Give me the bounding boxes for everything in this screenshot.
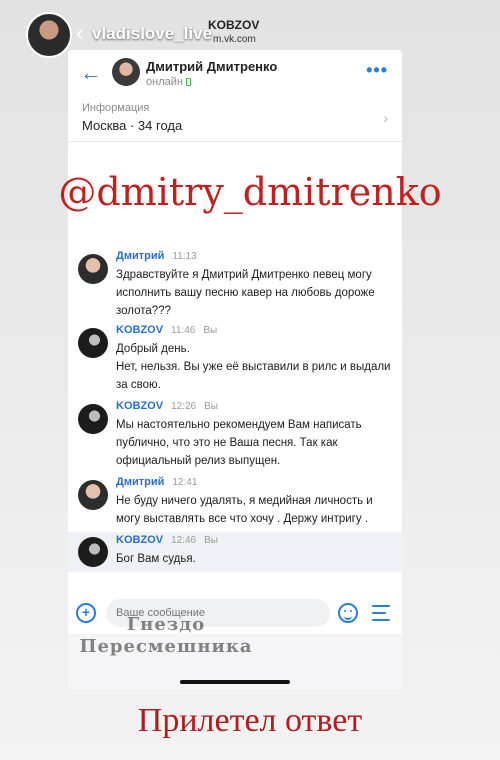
emoji-icon[interactable]	[338, 603, 358, 623]
message-item[interactable]: Дмитрий 11:13 Здравствуйте я Дмитрий Дмит…	[68, 248, 402, 317]
info-value: Москва · 34 года	[82, 118, 183, 133]
message-author[interactable]: KOBZOV	[116, 324, 163, 336]
message-item[interactable]: KOBZOV 12:26 Вы Мы настоятельно рекомендуе…	[68, 398, 402, 467]
message-author[interactable]: Дмитрий	[116, 250, 164, 262]
message-header: Дмитрий 12:41	[116, 476, 197, 488]
message-text: Добрый день. Нет, нельзя. Вы уже её выст…	[116, 343, 391, 391]
back-arrow-icon[interactable]: ←	[80, 60, 102, 86]
message-time: 11:46	[171, 325, 196, 336]
message-author[interactable]: KOBZOV	[116, 534, 163, 546]
message-text: Мы настоятельно рекомендуем Вам написать…	[116, 419, 362, 467]
watermark-line-2: Пересмешника	[79, 636, 253, 657]
story-caption: Прилетел ответ	[137, 702, 363, 739]
more-options-icon[interactable]: •••	[366, 60, 388, 81]
story-username[interactable]: vladislove_live	[92, 24, 212, 44]
status-text: онлайн	[146, 76, 183, 88]
chat-header: ← Дмитрий Дмитренко онлайн •••	[68, 50, 402, 96]
story-avatar[interactable]	[26, 12, 72, 58]
info-title: Информация	[82, 102, 150, 114]
message-item-selected[interactable]: KOBZOV 12:46 Вы Бог Вам судья.	[68, 532, 402, 572]
message-text: Не буду ничего удалять, я медийная лично…	[116, 495, 373, 525]
message-item[interactable]: Дмитрий 12:41 Не буду ничего удалять, я м…	[68, 474, 402, 530]
contact-avatar[interactable]	[112, 58, 140, 86]
home-indicator[interactable]	[180, 680, 290, 684]
message-header: KOBZOV 12:46 Вы	[116, 534, 218, 546]
contact-name[interactable]: Дмитрий Дмитренко	[146, 59, 277, 74]
contact-status: онлайн	[146, 76, 191, 88]
message-sender-you: Вы	[203, 325, 218, 336]
message-text: Здравствуйте я Дмитрий Дмитренко певец м…	[116, 269, 375, 317]
browser-url: m.vk.com	[213, 34, 256, 45]
message-time: 11:13	[172, 251, 197, 262]
message-time: 12:46	[171, 535, 197, 546]
mobile-online-icon	[185, 78, 191, 86]
message-sender-you: Вы	[204, 535, 218, 546]
message-author[interactable]: Дмитрий	[116, 476, 164, 488]
message-time: 12:26	[171, 401, 197, 412]
message-time: 12:41	[172, 477, 198, 488]
watermark-line-1: Гнездо	[126, 614, 206, 635]
message-avatar[interactable]	[78, 404, 108, 434]
info-block[interactable]: Информация Москва · 34 года ›	[68, 98, 402, 142]
message-author[interactable]: KOBZOV	[116, 400, 163, 412]
message-avatar[interactable]	[78, 328, 108, 358]
message-avatar[interactable]	[78, 480, 108, 510]
menu-lines-icon[interactable]	[372, 605, 390, 626]
chevron-left-icon[interactable]: ‹	[76, 20, 83, 46]
message-item[interactable]: KOBZOV 11:46 Вы Добрый день. Нет, нельзя. …	[68, 322, 402, 391]
vk-chat-screen: ← Дмитрий Дмитренко онлайн ••• Информаци…	[68, 50, 402, 690]
watermark: Гнездо Пересмешника	[36, 614, 296, 658]
browser-page-title: KOBZOV	[208, 18, 260, 32]
chevron-right-icon: ›	[383, 110, 388, 126]
message-avatar[interactable]	[78, 254, 108, 284]
message-sender-you: Вы	[204, 401, 218, 412]
message-header: KOBZOV 12:26 Вы	[116, 400, 218, 412]
message-header: Дмитрий 11:13	[116, 250, 197, 262]
overlay-handle-text: @dmitry_dmitrenko	[58, 170, 442, 214]
message-header: KOBZOV 11:46 Вы	[116, 324, 217, 336]
message-text: Бог Вам судья.	[116, 553, 196, 565]
message-avatar[interactable]	[78, 537, 108, 567]
